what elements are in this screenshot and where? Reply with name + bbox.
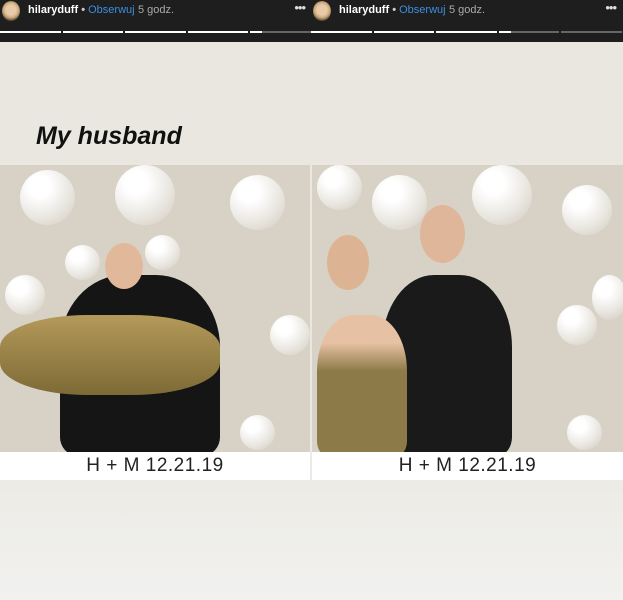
progress-segment — [187, 31, 249, 33]
story-progress — [0, 31, 311, 33]
timestamp: 5 godz. — [138, 4, 175, 16]
username[interactable]: hilaryduff — [339, 4, 389, 16]
progress-segment — [0, 31, 61, 33]
progress-fill — [187, 31, 249, 33]
separator: • — [81, 4, 86, 16]
more-options-icon[interactable]: ••• — [605, 0, 617, 15]
progress-fill — [373, 31, 435, 33]
separator: • — [392, 4, 397, 16]
story-header-bar: hilaryduff • Obserwuj 5 godz. ••• hilary… — [0, 0, 623, 42]
follow-button[interactable]: Obserwuj — [88, 4, 134, 16]
post-title: My husband — [36, 122, 182, 150]
progress-fill — [250, 31, 263, 33]
avatar[interactable] — [2, 1, 20, 21]
progress-segment — [436, 31, 497, 33]
progress-fill — [125, 31, 186, 33]
photo-caption-right: H + M 12.21.19 — [312, 452, 623, 480]
progress-segment — [373, 31, 435, 33]
progress-fill — [436, 31, 497, 33]
more-options-icon[interactable]: ••• — [294, 0, 306, 15]
progress-fill — [311, 31, 372, 33]
progress-fill — [62, 31, 124, 33]
progress-segment — [498, 31, 560, 33]
story-header-right: hilaryduff • Obserwuj 5 godz. ••• — [311, 0, 622, 42]
couple-photo-right — [312, 165, 623, 452]
progress-segment — [250, 31, 311, 33]
photo-caption-left: H + M 12.21.19 — [0, 452, 310, 480]
progress-segment — [125, 31, 186, 33]
progress-segment — [62, 31, 124, 33]
story-header-left: hilaryduff • Obserwuj 5 godz. ••• — [0, 0, 311, 42]
story-progress — [311, 31, 622, 33]
username[interactable]: hilaryduff — [28, 4, 78, 16]
timestamp: 5 godz. — [449, 4, 486, 16]
progress-segment — [561, 31, 622, 33]
couple-photo-left — [0, 165, 310, 452]
progress-segment — [311, 31, 372, 33]
follow-button[interactable]: Obserwuj — [399, 4, 445, 16]
progress-fill — [498, 31, 511, 33]
avatar[interactable] — [313, 1, 331, 21]
progress-fill — [0, 31, 61, 33]
